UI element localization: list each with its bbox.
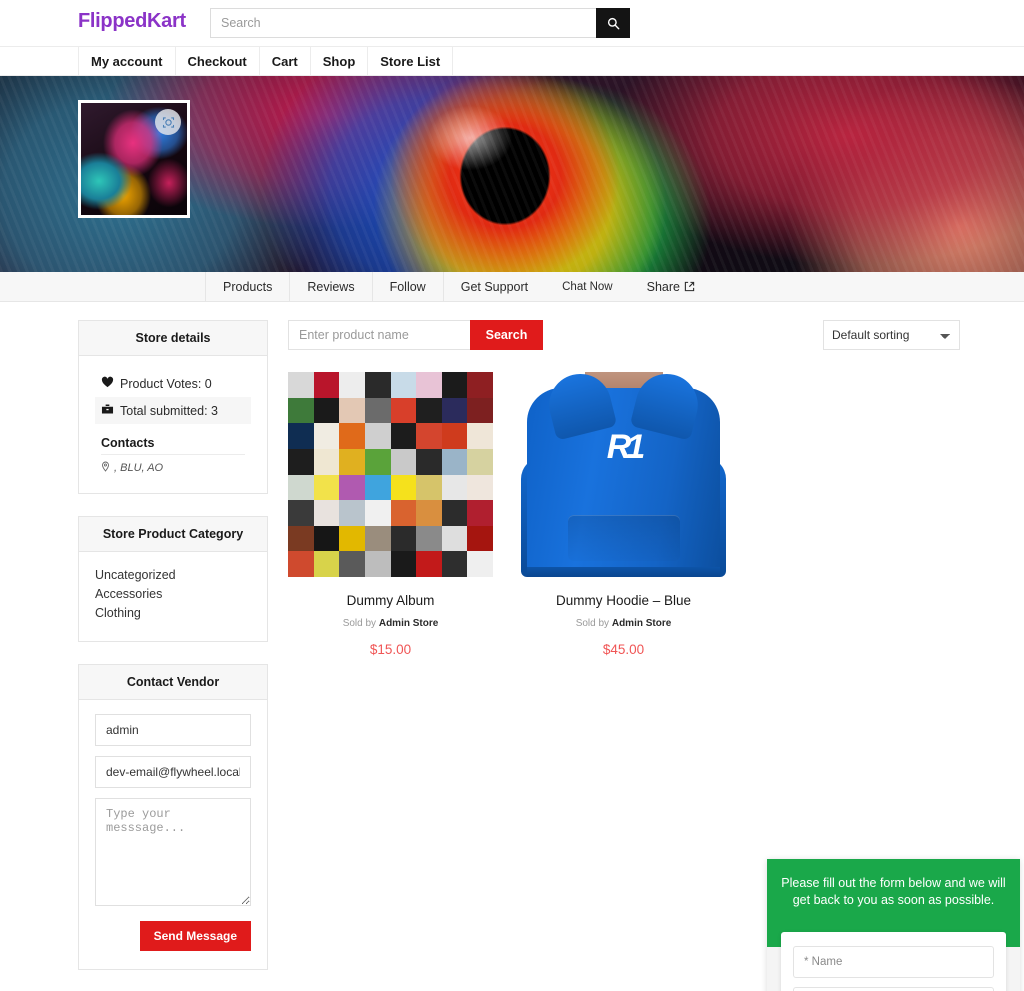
product-votes-row: Product Votes: 0 [95, 370, 251, 397]
product-title[interactable]: Dummy Album [288, 593, 493, 608]
product-search-button[interactable]: Search [470, 320, 543, 350]
category-item-clothing[interactable]: Clothing [95, 604, 251, 623]
chat-email-field[interactable] [793, 987, 994, 991]
product-card[interactable]: R1 Dummy Hoodie – Blue Sold by Admin Sto… [521, 372, 726, 657]
products-toolbar: Search Default sortingSort by popularity… [288, 320, 960, 350]
hoodie-pocket [567, 515, 680, 561]
primary-navigation: My account Checkout Cart Shop Store List [0, 46, 1024, 76]
category-list: Uncategorized Accessories Clothing [95, 566, 251, 623]
contacts-address-text: , BLU, AO [114, 462, 164, 474]
hoodie-r1-logo: R1 [606, 428, 645, 466]
send-message-button[interactable]: Send Message [139, 921, 251, 951]
product-votes-label: Product Votes: 0 [120, 376, 212, 391]
product-vendor: Sold by Admin Store [521, 618, 726, 629]
external-link-icon [684, 281, 695, 292]
search-icon [607, 17, 620, 30]
contacts-divider [101, 454, 245, 455]
contact-vendor-title: Contact Vendor [79, 665, 267, 700]
store-tab-products[interactable]: Products [205, 272, 291, 301]
product-search: Search [288, 320, 543, 350]
store-sidebar: Store details Product Votes: 0 Total sub… [78, 320, 268, 991]
category-item-uncategorized[interactable]: Uncategorized [95, 566, 251, 585]
contact-vendor-card: Contact Vendor Send Message [78, 664, 268, 970]
store-avatar[interactable] [78, 100, 190, 218]
store-tab-reviews[interactable]: Reviews [290, 272, 373, 301]
product-thumbnail[interactable] [288, 372, 493, 577]
product-title[interactable]: Dummy Hoodie – Blue [521, 593, 726, 608]
sold-by-prefix: Sold by [342, 618, 377, 629]
store-tab-get-support[interactable]: Get Support [444, 272, 545, 301]
vendor-name[interactable]: Admin Store [612, 618, 671, 629]
nav-item-checkout[interactable]: Checkout [176, 47, 260, 75]
live-chat-widget: Please fill out the form below and we wi… [767, 859, 1020, 991]
sort-select[interactable]: Default sortingSort by popularitySort by… [823, 320, 960, 350]
nav-item-cart[interactable]: Cart [260, 47, 311, 75]
category-item-accessories[interactable]: Accessories [95, 585, 251, 604]
store-details-title: Store details [79, 321, 267, 356]
product-price: $45.00 [602, 642, 645, 657]
blue-hoodie-image: R1 [521, 372, 726, 577]
hoodie-hem [527, 567, 720, 577]
total-submitted-row: Total submitted: 3 [95, 397, 251, 424]
vendor-name[interactable]: Admin Store [379, 618, 438, 629]
nav-item-shop[interactable]: Shop [311, 47, 369, 75]
store-tab-share[interactable]: Share [630, 272, 712, 301]
vendor-message-field[interactable] [95, 798, 251, 906]
total-submitted-label: Total submitted: 3 [120, 403, 218, 418]
vendor-name-field[interactable] [95, 714, 251, 746]
product-price: $15.00 [369, 642, 412, 657]
album-mosaic-image [288, 372, 493, 577]
product-vendor: Sold by Admin Store [288, 618, 493, 629]
nav-item-store-list[interactable]: Store List [368, 47, 454, 75]
contacts-heading: Contacts [101, 436, 155, 450]
global-search [210, 8, 630, 38]
nav-item-my-account[interactable]: My account [78, 47, 176, 75]
chat-form: Submit [781, 932, 1006, 991]
store-tab-share-label: Share [646, 279, 680, 294]
search-input[interactable] [210, 8, 596, 38]
camera-upload-icon[interactable] [155, 109, 181, 135]
briefcase-icon [101, 403, 114, 418]
heart-solid-icon [101, 376, 114, 391]
search-submit-button[interactable] [596, 8, 630, 38]
contacts-address: , BLU, AO [101, 461, 251, 475]
store-products-area: Search Default sortingSort by popularity… [288, 320, 960, 657]
page-body: Store details Product Votes: 0 Total sub… [0, 302, 1024, 991]
product-thumbnail[interactable]: R1 [521, 372, 726, 577]
map-pin-icon [101, 461, 110, 475]
store-tab-follow[interactable]: Follow [373, 272, 444, 301]
chat-name-field[interactable] [793, 946, 994, 978]
store-tab-bar: Products Reviews Follow Get Support Chat… [0, 272, 1024, 302]
store-product-category-card: Store Product Category Uncategorized Acc… [78, 516, 268, 642]
site-logo[interactable]: FlippedKart [78, 10, 186, 33]
vendor-email-field[interactable] [95, 756, 251, 788]
product-grid: Dummy Album Sold by Admin Store $15.00 R… [288, 372, 960, 657]
product-search-input[interactable] [288, 320, 470, 350]
store-tab-chat-now[interactable]: Chat Now [545, 272, 630, 301]
site-header: FlippedKart [0, 0, 1024, 46]
sold-by-prefix: Sold by [575, 618, 610, 629]
store-product-category-title: Store Product Category [79, 517, 267, 552]
store-details-card: Store details Product Votes: 0 Total sub… [78, 320, 268, 494]
product-card[interactable]: Dummy Album Sold by Admin Store $15.00 [288, 372, 493, 657]
